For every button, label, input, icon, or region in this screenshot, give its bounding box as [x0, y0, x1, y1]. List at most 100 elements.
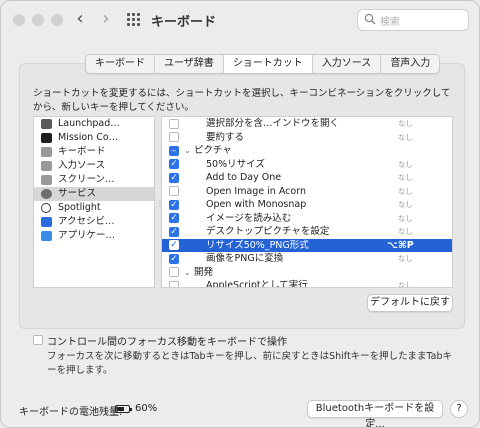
shortcut-checkbox[interactable]: ✓ [169, 159, 179, 169]
shortcut-name: リサイズ50%_PNG形式 [206, 239, 309, 251]
shortcut-name: Add to Day One [206, 172, 282, 183]
shortcut-key[interactable]: なし [398, 131, 413, 145]
mission-control-icon [41, 133, 52, 143]
tab-input-sources[interactable]: 入力ソース [313, 55, 382, 73]
shortcut-category-list: Launchpad… Mission Co… キーボード入力ソーススクリーン… サービ… [33, 116, 155, 288]
keyboard-preferences-window: ‹ › キーボード 検索 キーボード ユーザ辞書 ショートカット 入力ソース 音… [0, 0, 480, 428]
chevron-down-icon[interactable]: ⌄ [184, 144, 191, 158]
category-label: Launchpad… [58, 118, 120, 129]
close-button[interactable] [13, 14, 25, 26]
shortcut-name: デスクトップピクチャを設定 [206, 226, 330, 237]
shortcut-name: 要約する [206, 131, 245, 143]
shortcut-row[interactable]: ✓ リサイズ50%_PNG形式 ⌥⌘P [162, 238, 452, 253]
shortcut-row[interactable]: ✓ Open with Monosnap なし [162, 198, 452, 212]
shortcut-key[interactable]: ⌥⌘P [387, 239, 414, 253]
back-button[interactable]: ‹ [71, 9, 89, 29]
category-item[interactable]: キーボード [34, 145, 154, 159]
restore-defaults-button[interactable]: デフォルトに戻す [367, 294, 453, 312]
shortcut-group-row[interactable]: ⌄ 開発 [162, 266, 452, 280]
category-label: キーボード [58, 146, 106, 157]
launchpad-icon [41, 119, 52, 129]
shortcut-key[interactable]: なし [398, 225, 413, 239]
category-item[interactable]: アプリケー… [34, 229, 154, 243]
shortcut-row[interactable]: ✓ 画像をPNGに変換 なし [162, 252, 452, 266]
app-shortcuts-icon [41, 231, 52, 241]
category-label: サービス [58, 188, 97, 199]
shortcut-row[interactable]: Open Image in Acorn なし [162, 185, 452, 199]
accessibility-icon [41, 217, 52, 227]
shortcut-row[interactable]: ✓ イメージを読み込む なし [162, 212, 452, 226]
category-label: スクリーン… [58, 174, 115, 185]
search-placeholder: 検索 [380, 17, 400, 28]
show-all-grid-icon[interactable] [127, 13, 141, 27]
category-item[interactable]: スクリーン… [34, 173, 154, 187]
shortcut-key[interactable]: なし [398, 212, 413, 226]
shortcut-checkbox[interactable] [169, 280, 179, 287]
shortcut-checkbox[interactable]: ✓ [169, 172, 179, 183]
shortcut-name: AppleScriptとして実行 [206, 280, 308, 288]
shortcut-row[interactable]: ✓ 50%リサイズ なし [162, 158, 452, 172]
shortcut-checkbox[interactable]: ✓ [169, 213, 179, 223]
shortcut-checkbox[interactable] [169, 267, 179, 277]
keyboard-navigation-label: コントロール間のフォーカス移動をキーボードで操作 [47, 337, 287, 348]
forward-button[interactable]: › [97, 9, 115, 29]
shortcut-name: イメージを読み込む [206, 212, 292, 224]
shortcut-key[interactable]: なし [398, 185, 413, 199]
shortcut-name: Open with Monosnap [206, 199, 307, 210]
shortcut-name: 開発 [194, 266, 214, 278]
tab-shortcuts[interactable]: ショートカット [223, 55, 313, 73]
shortcut-row[interactable]: ✓ Add to Day One なし [162, 171, 452, 185]
zoom-button[interactable] [51, 14, 63, 26]
category-item[interactable]: アクセシビ… [34, 215, 154, 229]
shortcut-checkbox[interactable]: ✓ [169, 240, 179, 250]
category-label: Spotlight [58, 202, 101, 213]
keyboard-icon [41, 147, 52, 157]
shortcut-checkbox[interactable]: ✓ [169, 226, 179, 237]
shortcut-checkbox[interactable]: – [169, 145, 179, 156]
category-item[interactable]: Launchpad… [34, 117, 154, 131]
tab-keyboard[interactable]: キーボード [86, 55, 155, 73]
shortcut-key[interactable]: なし [398, 171, 413, 185]
shortcut-key[interactable]: なし [398, 198, 413, 212]
shortcut-checkbox[interactable]: ✓ [169, 199, 179, 210]
search-field[interactable]: 検索 [357, 9, 469, 31]
battery-value: 60% [135, 403, 158, 414]
title-bar: ‹ › キーボード 検索 [1, 1, 479, 39]
shortcut-row[interactable]: ✓ デスクトップピクチャを設定 なし [162, 225, 452, 239]
shortcut-key[interactable]: なし [398, 158, 413, 172]
keyboard-navigation-checkbox[interactable] [33, 335, 43, 345]
help-button[interactable]: ? [450, 400, 468, 418]
category-item[interactable]: Mission Co… [34, 131, 154, 145]
category-label: 入力ソース [58, 160, 106, 171]
shortcut-checkbox[interactable] [169, 118, 179, 129]
battery-label: キーボードの電池残量: [19, 407, 123, 418]
window-title: キーボード [151, 15, 217, 30]
shortcut-key[interactable]: なし [398, 252, 413, 266]
setup-bluetooth-keyboard-button[interactable]: Bluetoothキーボードを設定... [307, 400, 443, 427]
shortcut-group-row[interactable]: – ⌄ ピクチャ [162, 144, 452, 158]
category-item[interactable]: サービス [34, 187, 154, 201]
chevron-down-icon[interactable]: ⌄ [184, 266, 191, 280]
shortcut-row[interactable]: 選択部分を含…インドウを開く なし [162, 117, 452, 131]
screenshot-icon [41, 175, 52, 185]
shortcut-name: ピクチャ [194, 145, 232, 156]
category-item[interactable]: Spotlight [34, 201, 154, 215]
shortcut-row[interactable]: 要約する なし [162, 131, 452, 145]
shortcut-key[interactable]: なし [398, 279, 413, 287]
category-label: アクセシビ… [58, 216, 115, 227]
shortcut-name: 画像をPNGに変換 [206, 253, 284, 264]
keyboard-navigation-hint: フォーカスを次に移動するときはTabキーを押し、前に戻すときはShiftキーを押… [47, 351, 452, 376]
tab-dictation[interactable]: 音声入力 [381, 55, 439, 73]
minimize-button[interactable] [32, 14, 44, 26]
shortcut-checkbox[interactable] [169, 186, 179, 196]
shortcut-name: 50%リサイズ [206, 158, 265, 170]
shortcut-checkbox[interactable]: ✓ [169, 253, 179, 264]
shortcut-key[interactable]: なし [398, 117, 413, 131]
category-item[interactable]: 入力ソース [34, 159, 154, 173]
battery-icon [115, 405, 132, 413]
tab-user-dictionary[interactable]: ユーザ辞書 [155, 55, 224, 73]
category-label: Mission Co… [58, 132, 119, 143]
input-sources-icon [41, 161, 52, 171]
shortcut-checkbox[interactable] [169, 132, 179, 142]
shortcut-row[interactable]: AppleScriptとして実行 なし [162, 279, 452, 288]
